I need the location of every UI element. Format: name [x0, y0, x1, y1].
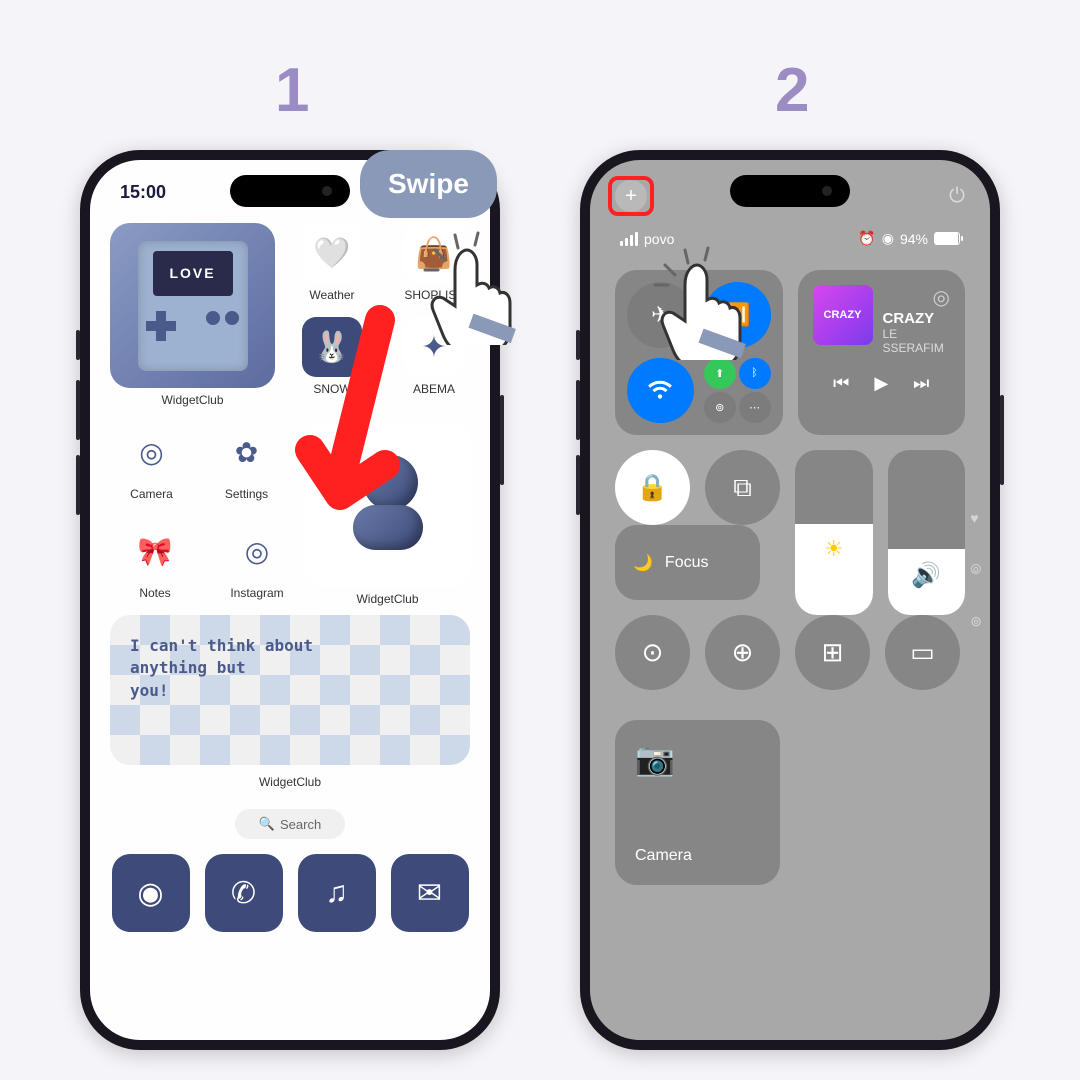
highlight-box — [608, 176, 654, 216]
search-label: Search — [280, 817, 321, 832]
wifi-button[interactable] — [627, 358, 694, 424]
widget-banner-text[interactable]: I can't think about anything but you! — [110, 615, 470, 765]
music-tile[interactable]: CRAZY ◎ CRAZY LE SSERAFIM ⏮ ▶ ⏭ — [798, 270, 966, 435]
clock: 15:00 — [120, 182, 166, 203]
pointer-hand-icon — [410, 215, 540, 350]
search-button[interactable]: 🔍 Search — [235, 809, 345, 839]
app-weather[interactable]: 🤍 — [302, 223, 362, 283]
app-label: Notes — [139, 586, 170, 600]
sun-icon: ☀ — [824, 536, 844, 562]
step-number-1: 1 — [275, 55, 309, 126]
airplay-icon[interactable]: ◎ — [933, 285, 950, 310]
focus-label: Focus — [665, 554, 709, 572]
app-instagram[interactable]: ◎ — [227, 521, 287, 581]
magnifier-button[interactable]: ⊕ — [705, 615, 780, 690]
step-number-2: 2 — [775, 55, 809, 126]
brightness-slider[interactable]: ☀ — [795, 450, 873, 615]
heart-icon: ♥ — [970, 510, 982, 526]
signal-side-icon: ⦾ — [970, 561, 982, 578]
app-label: Settings — [225, 487, 268, 501]
volume-slider[interactable]: 🔊 — [888, 450, 966, 615]
camera-icon: 📷 — [635, 740, 760, 778]
swipe-arrow — [290, 300, 430, 540]
swipe-badge: Swipe — [360, 150, 497, 218]
more-side-icon: ⊚ — [970, 613, 982, 630]
widget-label: WidgetClub — [161, 393, 223, 407]
dock: ◉ ✆ ♫ ✉ — [110, 854, 470, 932]
moon-focus-icon[interactable] — [615, 540, 690, 615]
album-art: CRAZY — [813, 285, 873, 345]
power-icon[interactable]: ⏻ — [949, 185, 965, 208]
alarm-icon: ⏰ — [858, 230, 875, 247]
record-button[interactable]: ⊙ — [615, 615, 690, 690]
dock-safari[interactable]: ◉ — [112, 854, 190, 932]
add-control-button[interactable]: + — [615, 180, 647, 212]
camera-label: Camera — [635, 847, 760, 865]
widget-label: WidgetClub — [90, 775, 490, 789]
dock-mail[interactable]: ✉ — [391, 854, 469, 932]
next-track-button[interactable]: ⏭ — [913, 373, 929, 394]
screen-mirror-button[interactable]: ⧉ — [705, 450, 780, 525]
moon-icon: 🌙 — [633, 553, 653, 573]
banner-text: I can't think about anything but you! — [130, 635, 450, 702]
rotation-lock-button[interactable]: 🔒 — [615, 450, 690, 525]
app-settings[interactable]: ✿ — [217, 422, 277, 482]
low-power-button[interactable]: ▭ — [885, 615, 960, 690]
location-icon: ◉ — [882, 230, 894, 247]
prev-track-button[interactable]: ⏮ — [833, 373, 849, 394]
app-camera[interactable]: ◎ — [122, 422, 182, 482]
vpn-icon: ⋯ — [739, 392, 771, 423]
camera-tile[interactable]: 📷 Camera — [615, 720, 780, 885]
dock-music[interactable]: ♫ — [298, 854, 376, 932]
gameboy-screen-text: LOVE — [153, 251, 233, 296]
app-notes[interactable]: 🎀 — [125, 521, 185, 581]
widget-gameboy[interactable]: LOVE — [110, 223, 275, 388]
dynamic-island — [230, 175, 350, 207]
app-label: Instagram — [230, 586, 283, 600]
app-label: Camera — [130, 487, 173, 501]
dock-phone[interactable]: ✆ — [205, 854, 283, 932]
calculator-button[interactable]: ⊞ — [795, 615, 870, 690]
speaker-icon: 🔊 — [911, 561, 941, 590]
hotspot-icon: ⊚ — [704, 392, 736, 423]
connectivity-more[interactable]: ⬆ᛒ ⊚⋯ — [704, 358, 771, 424]
pointer-hand-icon — [640, 230, 770, 365]
widget-label: WidgetClub — [356, 592, 418, 606]
play-button[interactable]: ▶ — [874, 373, 888, 394]
battery-pct: 94% — [900, 231, 928, 247]
battery-icon — [934, 232, 960, 245]
dynamic-island — [730, 175, 850, 207]
search-icon: 🔍 — [259, 816, 275, 832]
